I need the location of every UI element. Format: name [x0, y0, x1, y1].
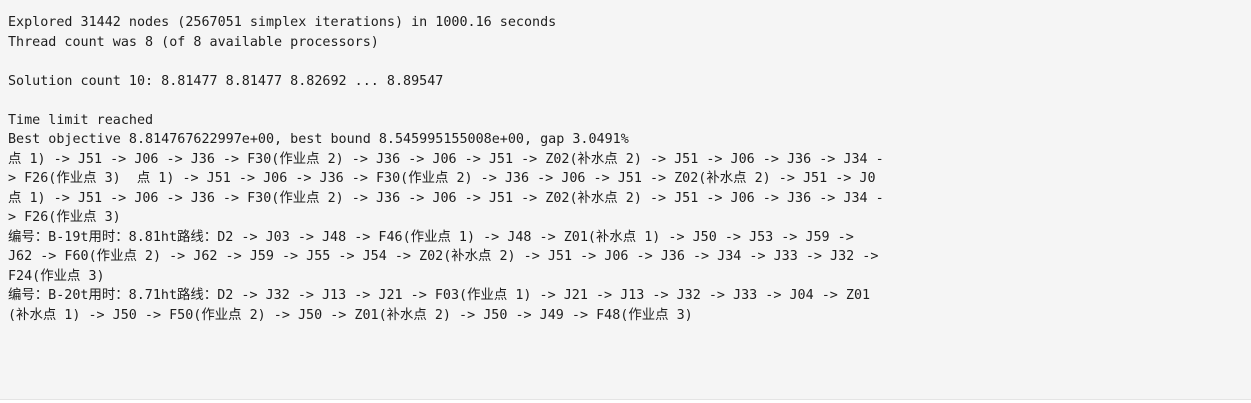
- console-line: 编号：B-20t用时：8.71ht路线：D2 -> J32 -> J13 -> …: [8, 288, 871, 303]
- console-line: Solution count 10: 8.81477 8.81477 8.826…: [8, 73, 444, 89]
- console-line: F24(作业点 3): [8, 268, 105, 284]
- console-line: Explored 31442 nodes (2567051 simplex it…: [8, 15, 557, 30]
- console-line: 编号：B-19t用时：8.81ht路线：D2 -> J03 -> J48 -> …: [8, 229, 854, 245]
- console-line: 点 1) -> J51 -> J06 -> J36 -> F30(作业点 2) …: [8, 151, 884, 167]
- console-line: Thread count was 8 (of 8 available proce…: [8, 34, 379, 50]
- console-line: > F26(作业点 3): [8, 210, 121, 225]
- console-line: Best objective 8.814767622997e+00, best …: [8, 132, 629, 147]
- console-line: J62 -> F60(作业点 2) -> J62 -> J59 -> J55 -…: [8, 249, 879, 264]
- console-line: 点 1) -> J51 -> J06 -> J36 -> F30(作业点 2) …: [8, 190, 884, 206]
- console-output: Explored 31442 nodes (2567051 simplex it…: [0, 0, 1251, 400]
- console-line: > F26(作业点 3) 点 1) -> J51 -> J06 -> J36 -…: [8, 171, 876, 186]
- console-line: (补水点 1) -> J50 -> F50(作业点 2) -> J50 -> Z…: [8, 307, 693, 323]
- console-line: Time limit reached: [8, 112, 154, 128]
